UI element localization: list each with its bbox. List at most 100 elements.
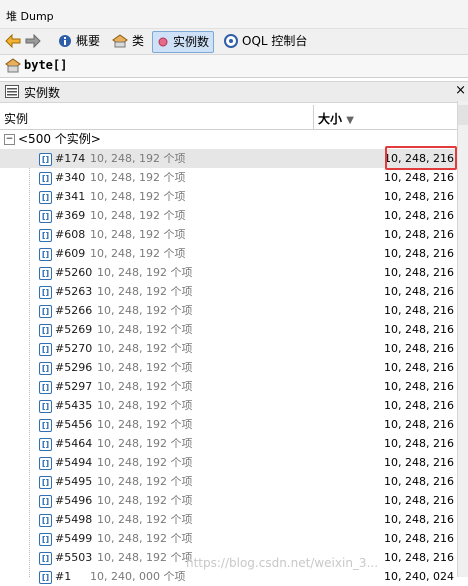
instance-size: 10, 248, 216 bbox=[384, 323, 454, 336]
table-row[interactable]: [] #5270 10, 248, 192 个项 10, 248, 216 bbox=[0, 339, 458, 358]
table-row[interactable]: [] #5456 10, 248, 192 个项 10, 248, 216 bbox=[0, 415, 458, 434]
instance-id: #174 bbox=[55, 152, 86, 165]
column-header-instance[interactable]: 实例 bbox=[4, 110, 28, 127]
toolbar: 概要 类 实例数 OQL 控制台 bbox=[0, 29, 468, 55]
instance-item-count: 10, 248, 192 个项 bbox=[90, 190, 186, 203]
table-header: 实例 大小 ▼ bbox=[0, 105, 458, 130]
instance-size: 10, 248, 216 bbox=[384, 361, 454, 374]
forward-icon[interactable] bbox=[25, 34, 41, 48]
instance-size: 10, 248, 216 bbox=[384, 304, 454, 317]
window-title: 堆 Dump bbox=[6, 10, 54, 23]
instance-id: #5269 bbox=[55, 323, 93, 336]
instance-id: #5263 bbox=[55, 285, 93, 298]
classes-tab[interactable]: 类 bbox=[112, 31, 144, 51]
instance-id: #5496 bbox=[55, 494, 93, 507]
instance-id: #5297 bbox=[55, 380, 93, 393]
instance-item-count: 10, 248, 192 个项 bbox=[97, 304, 193, 317]
collapse-icon[interactable]: − bbox=[4, 134, 15, 145]
table-row[interactable]: [] #5435 10, 248, 192 个项 10, 248, 216 bbox=[0, 396, 458, 415]
class-name: byte[] bbox=[24, 58, 68, 72]
instance-size: 10, 248, 216 bbox=[384, 399, 454, 412]
instances-tab-label: 实例数 bbox=[173, 35, 210, 49]
instance-size: 10, 248, 216 bbox=[384, 285, 454, 298]
panel-icon bbox=[5, 85, 19, 98]
instance-item-count: 10, 248, 192 个项 bbox=[90, 152, 186, 165]
array-icon: [] bbox=[39, 191, 52, 204]
table-row[interactable]: [] #5498 10, 248, 192 个项 10, 248, 216 bbox=[0, 510, 458, 529]
summary-tab[interactable]: 概要 bbox=[58, 31, 100, 51]
table-row[interactable]: [] #5297 10, 248, 192 个项 10, 248, 216 bbox=[0, 377, 458, 396]
instance-size: 10, 248, 216 bbox=[384, 247, 454, 260]
oql-console-tab[interactable]: OQL 控制台 bbox=[224, 31, 307, 51]
array-icon: [] bbox=[39, 267, 52, 280]
oql-console-tab-label: OQL 控制台 bbox=[242, 34, 308, 48]
instance-size: 10, 248, 216 bbox=[384, 494, 454, 507]
instance-size: 10, 248, 216 bbox=[384, 380, 454, 393]
array-icon: [] bbox=[39, 438, 52, 451]
table-row[interactable]: [] #5266 10, 248, 192 个项 10, 248, 216 bbox=[0, 301, 458, 320]
sort-desc-icon: ▼ bbox=[346, 115, 354, 126]
array-icon: [] bbox=[39, 286, 52, 299]
instance-size: 10, 248, 216 bbox=[384, 209, 454, 222]
root-label: <500 个实例> bbox=[18, 132, 101, 146]
table-row[interactable]: [] #5269 10, 248, 192 个项 10, 248, 216 bbox=[0, 320, 458, 339]
table-row[interactable]: [] #608 10, 248, 192 个项 10, 248, 216 bbox=[0, 225, 458, 244]
instance-id: #5260 bbox=[55, 266, 93, 279]
instance-item-count: 10, 248, 192 个项 bbox=[97, 323, 193, 336]
instance-item-count: 10, 248, 192 个项 bbox=[97, 513, 193, 526]
table-row[interactable]: [] #5496 10, 248, 192 个项 10, 248, 216 bbox=[0, 491, 458, 510]
instances-tab[interactable]: 实例数 bbox=[152, 31, 215, 53]
array-icon: [] bbox=[39, 400, 52, 413]
instance-size: 10, 248, 216 bbox=[384, 418, 454, 431]
instance-id: #5266 bbox=[55, 304, 93, 317]
array-icon: [] bbox=[39, 476, 52, 489]
instance-item-count: 10, 248, 192 个项 bbox=[90, 209, 186, 222]
instance-item-count: 10, 248, 192 个项 bbox=[97, 494, 193, 507]
instance-item-count: 10, 248, 192 个项 bbox=[97, 475, 193, 488]
instance-item-count: 10, 248, 192 个项 bbox=[90, 247, 186, 260]
instance-id: #5495 bbox=[55, 475, 93, 488]
table-row[interactable]: [] #5499 10, 248, 192 个项 10, 248, 216 bbox=[0, 529, 458, 548]
array-icon: [] bbox=[39, 362, 52, 375]
table-row[interactable]: [] #5494 10, 248, 192 个项 10, 248, 216 bbox=[0, 453, 458, 472]
class-bar: byte[] bbox=[0, 55, 468, 78]
array-icon: [] bbox=[39, 571, 52, 584]
table-row[interactable]: [] #341 10, 248, 192 个项 10, 248, 216 bbox=[0, 187, 458, 206]
table-row[interactable]: [] #5260 10, 248, 192 个项 10, 248, 216 bbox=[0, 263, 458, 282]
instance-size: 10, 248, 216 bbox=[384, 342, 454, 355]
window-title-bar: 堆 Dump bbox=[0, 0, 468, 29]
instance-item-count: 10, 248, 192 个项 bbox=[97, 361, 193, 374]
table-row[interactable]: [] #5495 10, 248, 192 个项 10, 248, 216 bbox=[0, 472, 458, 491]
table-row[interactable]: [] #609 10, 248, 192 个项 10, 248, 216 bbox=[0, 244, 458, 263]
array-icon: [] bbox=[39, 495, 52, 508]
vertical-scrollbar[interactable] bbox=[457, 101, 468, 577]
table-row[interactable]: [] #340 10, 248, 192 个项 10, 248, 216 bbox=[0, 168, 458, 187]
instance-id: #5456 bbox=[55, 418, 93, 431]
instance-id: #340 bbox=[55, 171, 86, 184]
column-divider[interactable] bbox=[313, 105, 314, 129]
array-icon: [] bbox=[39, 305, 52, 318]
instance-size: 10, 248, 216 bbox=[384, 475, 454, 488]
instance-size: 10, 248, 216 bbox=[384, 437, 454, 450]
array-icon: [] bbox=[39, 153, 52, 166]
table-row[interactable]: [] #369 10, 248, 192 个项 10, 248, 216 bbox=[0, 206, 458, 225]
instance-id: #5270 bbox=[55, 342, 93, 355]
back-icon[interactable] bbox=[5, 34, 21, 48]
instance-size: 10, 248, 216 bbox=[384, 532, 454, 545]
summary-tab-label: 概要 bbox=[76, 34, 101, 48]
instance-id: #341 bbox=[55, 190, 86, 203]
table-row[interactable]: [] #5464 10, 248, 192 个项 10, 248, 216 bbox=[0, 434, 458, 453]
instance-id: #5464 bbox=[55, 437, 93, 450]
column-header-size[interactable]: 大小 ▼ bbox=[318, 110, 354, 127]
column-chooser-icon[interactable] bbox=[458, 105, 468, 125]
instance-size: 10, 248, 216 bbox=[384, 171, 454, 184]
instance-item-count: 10, 248, 192 个项 bbox=[97, 380, 193, 393]
array-icon: [] bbox=[39, 172, 52, 185]
instance-item-count: 10, 248, 192 个项 bbox=[97, 551, 193, 564]
table-row[interactable]: [] #5263 10, 248, 192 个项 10, 248, 216 bbox=[0, 282, 458, 301]
array-icon: [] bbox=[39, 324, 52, 337]
instance-id: #5503 bbox=[55, 551, 93, 564]
oql-icon bbox=[224, 34, 238, 48]
table-row[interactable]: [] #5296 10, 248, 192 个项 10, 248, 216 bbox=[0, 358, 458, 377]
close-icon[interactable]: × bbox=[455, 83, 466, 98]
